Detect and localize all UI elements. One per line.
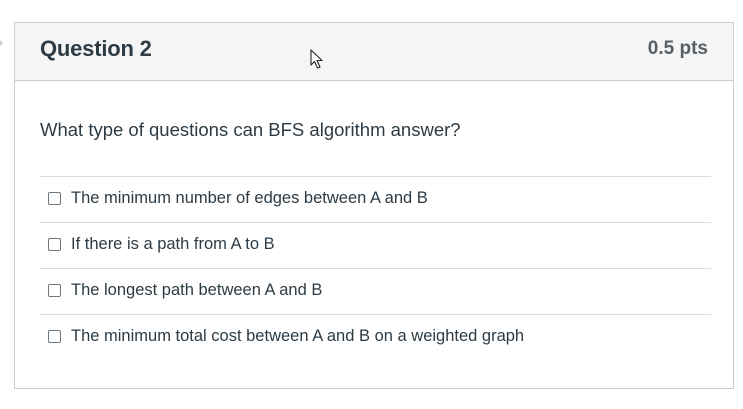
question-title: Question 2 bbox=[40, 36, 152, 61]
answer-label[interactable]: The minimum number of edges between A an… bbox=[71, 189, 428, 208]
answer-checkbox[interactable] bbox=[48, 330, 61, 343]
answer-option[interactable]: The longest path between A and B bbox=[40, 268, 711, 314]
answer-label[interactable]: The minimum total cost between A and B o… bbox=[71, 327, 524, 346]
question-header: Question 2 0.5 pts bbox=[15, 23, 733, 81]
answer-label[interactable]: The longest path between A and B bbox=[71, 281, 322, 300]
answer-list: The minimum number of edges between A an… bbox=[40, 176, 711, 360]
answer-checkbox[interactable] bbox=[48, 192, 61, 205]
question-nav-marker bbox=[0, 40, 3, 46]
answer-option[interactable]: The minimum total cost between A and B o… bbox=[40, 314, 711, 360]
answer-checkbox[interactable] bbox=[48, 238, 61, 251]
question-points: 0.5 pts bbox=[647, 38, 708, 59]
answer-option[interactable]: If there is a path from A to B bbox=[40, 222, 711, 268]
answer-option[interactable]: The minimum number of edges between A an… bbox=[40, 176, 711, 222]
answer-checkbox[interactable] bbox=[48, 284, 61, 297]
quiz-page: Question 2 0.5 pts What type of question… bbox=[0, 0, 743, 409]
question-prompt: What type of questions can BFS algorithm… bbox=[40, 119, 461, 140]
question-card: Question 2 0.5 pts What type of question… bbox=[14, 22, 734, 389]
mouse-pointer-icon bbox=[310, 49, 323, 69]
answer-label[interactable]: If there is a path from A to B bbox=[71, 235, 275, 254]
